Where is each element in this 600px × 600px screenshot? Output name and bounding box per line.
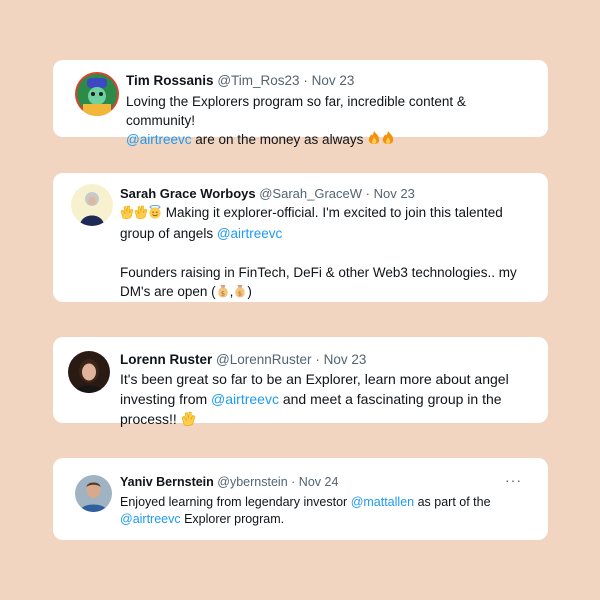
tweet-text-segment: Explorer program. <box>180 512 285 527</box>
avatar[interactable] <box>75 475 112 512</box>
tweet-text-segment: ) <box>247 283 252 299</box>
tweet-text-segment: Making it explorer-official. I'm excited… <box>120 205 503 242</box>
clap-icon <box>120 205 134 224</box>
tweet-text-segment: as part of the <box>414 494 491 509</box>
author-handle[interactable]: @ybernstein <box>217 475 287 489</box>
mention-link[interactable]: @airtreevc <box>120 512 181 526</box>
money-bag-icon: $ <box>216 284 230 303</box>
separator-dot: · <box>315 352 320 367</box>
tweet-text-segment: are on the money as always <box>191 132 368 148</box>
fire-icon <box>367 131 381 151</box>
svg-text:$: $ <box>238 289 242 297</box>
author-handle[interactable]: @LorennRuster <box>216 352 312 367</box>
money-bag-icon: $ <box>233 284 247 303</box>
tweet-card[interactable]: Lorenn Ruster @LorennRuster · Nov 23 It'… <box>53 337 548 427</box>
mention-link[interactable]: @airtreevc <box>211 391 279 407</box>
tweet-header: Yaniv Bernstein @ybernstein · Nov 24 <box>120 475 532 491</box>
tweet-text: Enjoyed learning from legendary investor… <box>120 494 532 530</box>
author-name[interactable]: Yaniv Bernstein <box>120 475 214 489</box>
author-name[interactable]: Sarah Grace Worboys <box>120 186 256 201</box>
tweet-card[interactable]: Sarah Grace Worboys @Sarah_GraceW · Nov … <box>53 173 548 302</box>
author-name[interactable]: Tim Rossanis <box>126 73 214 88</box>
tweet-date[interactable]: Nov 23 <box>374 186 415 201</box>
separator-dot: · <box>303 73 308 88</box>
mention-link[interactable]: @mattallen <box>351 495 414 509</box>
tweet-date[interactable]: Nov 24 <box>299 475 339 489</box>
tweet-text: Loving the Explorers program so far, inc… <box>126 92 532 151</box>
more-options-button[interactable]: ··· <box>505 472 522 488</box>
tweet-text-segment: Loving the Explorers program so far, inc… <box>126 93 466 129</box>
tweet-card[interactable]: Yaniv Bernstein @ybernstein · Nov 24 Enj… <box>53 458 548 540</box>
separator-dot: · <box>291 475 296 489</box>
tweet-text: It's been great so far to be an Explorer… <box>120 370 532 432</box>
mention-link[interactable]: @airtreevc <box>126 132 191 147</box>
author-handle[interactable]: @Sarah_GraceW <box>259 186 362 201</box>
clap-icon <box>134 205 148 224</box>
avatar[interactable] <box>75 72 119 116</box>
smiling-face-with-halo-icon <box>148 205 162 224</box>
tweet-header: Lorenn Ruster @LorennRuster · Nov 23 <box>120 352 532 369</box>
tweet-date[interactable]: Nov 23 <box>324 352 367 367</box>
tweet-header: Tim Rossanis @Tim_Ros23 · Nov 23 <box>126 73 532 90</box>
avatar[interactable] <box>68 351 110 393</box>
mention-link[interactable]: @airtreevc <box>217 226 282 241</box>
author-name[interactable]: Lorenn Ruster <box>120 352 212 367</box>
tweet-text-segment: Enjoyed learning from legendary investor <box>120 494 351 509</box>
tweet-text-segment: Founders raising in FinTech, DeFi & othe… <box>120 264 517 299</box>
tweet-text: Making it explorer-official. I'm excited… <box>120 203 532 303</box>
clap-icon <box>181 411 196 432</box>
fire-icon <box>381 131 395 151</box>
separator-dot: · <box>365 186 370 201</box>
tweet-header: Sarah Grace Worboys @Sarah_GraceW · Nov … <box>120 186 532 202</box>
avatar[interactable] <box>71 184 113 226</box>
tweet-date[interactable]: Nov 23 <box>312 73 355 88</box>
svg-text:$: $ <box>221 289 225 297</box>
tweet-card[interactable]: Tim Rossanis @Tim_Ros23 · Nov 23 Loving … <box>53 60 548 147</box>
author-handle[interactable]: @Tim_Ros23 <box>217 73 299 88</box>
